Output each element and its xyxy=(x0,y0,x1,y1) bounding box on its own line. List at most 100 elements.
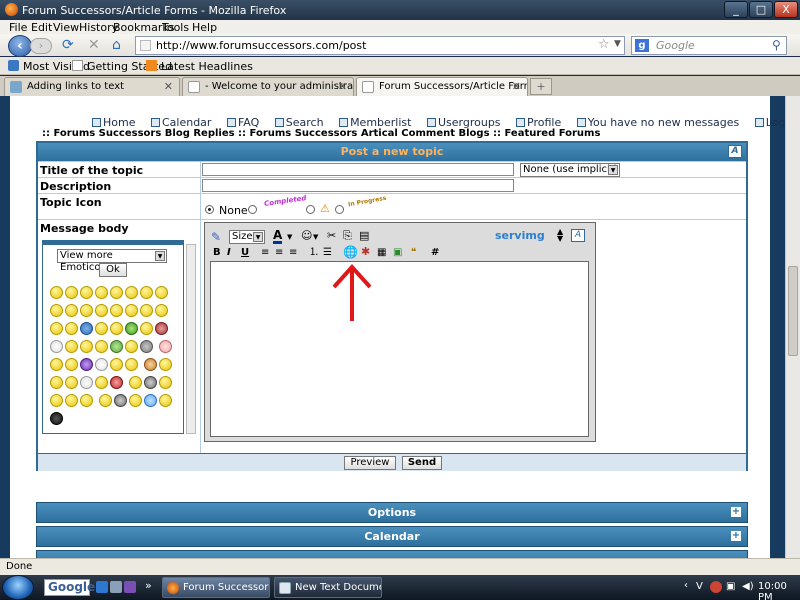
numbered-list-icon[interactable]: ⒈ xyxy=(309,247,319,259)
quicklaunch-icon[interactable] xyxy=(96,581,108,593)
bullet-list-icon[interactable]: ☰ xyxy=(323,247,332,259)
emoticon-icon[interactable] xyxy=(140,286,153,299)
paste-icon[interactable]: ▤ xyxy=(359,230,369,242)
preview-button[interactable]: Preview xyxy=(344,456,396,470)
emoticon-icon[interactable] xyxy=(158,376,172,389)
emoticon-icon[interactable] xyxy=(50,286,63,299)
emoticon-icon[interactable] xyxy=(140,340,153,353)
emoticon-icon[interactable] xyxy=(95,358,108,371)
scroll-thumb[interactable] xyxy=(788,266,798,356)
menu-tools[interactable]: Tools xyxy=(162,21,189,34)
emoticon-icon[interactable] xyxy=(80,304,93,317)
emoticon-icon[interactable] xyxy=(155,322,168,335)
topic-type-select[interactable]: None (use implicit) ▼ xyxy=(520,163,620,177)
tab-admin-welcome[interactable]: - Welcome to your administration p... ✕ xyxy=(182,77,354,96)
emoticon-icon[interactable] xyxy=(155,286,168,299)
emoticon-icon[interactable] xyxy=(110,376,123,389)
emoticon-icon[interactable] xyxy=(140,304,153,317)
taskbar-firefox[interactable]: Forum Successors/... xyxy=(162,577,270,598)
emoticon-icon[interactable] xyxy=(65,376,78,389)
emoticon-ok-button[interactable]: Ok xyxy=(99,263,127,277)
emoticon-icon[interactable] xyxy=(80,358,93,371)
menu-file[interactable]: File xyxy=(9,21,27,34)
new-tab-button[interactable]: + xyxy=(530,78,552,95)
forum-sub-links[interactable]: :: Forums Successors Blog Replies :: For… xyxy=(42,128,600,139)
emoticon-icon[interactable] xyxy=(65,286,78,299)
search-box[interactable]: g Google ⚲ xyxy=(631,36,787,55)
insert-link-icon[interactable]: 🌐 xyxy=(343,246,358,258)
chevron-down-icon[interactable]: ▼ xyxy=(313,231,318,243)
emoticon-icon[interactable] xyxy=(95,340,108,353)
emoticon-icon[interactable] xyxy=(50,340,63,353)
emoticon-icon[interactable] xyxy=(50,376,63,389)
google-engine-icon[interactable]: g xyxy=(635,39,649,52)
emoticon-icon[interactable] xyxy=(65,304,78,317)
emoticon-icon[interactable] xyxy=(95,322,108,335)
emoticon-icon[interactable] xyxy=(143,394,157,407)
expand-icon[interactable]: + xyxy=(731,531,741,541)
menu-help[interactable]: Help xyxy=(192,21,217,34)
font-color-icon[interactable]: A xyxy=(273,229,283,244)
resize-arrows-icon[interactable]: ▲ ▼ xyxy=(557,228,563,243)
smiley-icon[interactable]: ☺ xyxy=(301,230,312,242)
volume-icon[interactable]: ◀) xyxy=(742,581,754,593)
options-panel-header[interactable]: Options + xyxy=(36,502,748,523)
tray-expand-icon[interactable]: ‹ xyxy=(684,580,688,591)
emoticon-icon[interactable] xyxy=(65,322,78,335)
unlink-icon[interactable]: ✱ xyxy=(361,246,370,258)
emoticon-icon[interactable] xyxy=(140,322,153,335)
icon-inprogress-radio[interactable] xyxy=(335,205,344,214)
emoticon-icon[interactable] xyxy=(128,376,142,389)
emoticon-icon[interactable] xyxy=(125,322,138,335)
emoticon-icon[interactable] xyxy=(80,376,93,389)
close-tab-icon[interactable]: ✕ xyxy=(338,78,347,95)
emoticon-icon[interactable] xyxy=(155,304,168,317)
emoticon-icon[interactable] xyxy=(80,394,93,407)
text-size-icon[interactable]: A xyxy=(571,229,585,242)
emoticon-icon[interactable] xyxy=(125,304,138,317)
emoticon-icon[interactable] xyxy=(128,394,142,407)
emoticon-icon[interactable] xyxy=(158,394,172,407)
forward-button[interactable]: › xyxy=(30,38,52,54)
search-icon[interactable]: ⚲ xyxy=(772,38,781,52)
emoticon-icon[interactable] xyxy=(125,358,138,371)
next-panel-header[interactable] xyxy=(36,550,748,558)
reload-icon[interactable]: ⟳ xyxy=(62,37,74,53)
insert-file-icon[interactable]: ▦ xyxy=(377,247,386,259)
text-size-icon[interactable]: A xyxy=(728,145,742,158)
google-desktop-search[interactable]: Google xyxy=(44,579,95,596)
emoticon-scrollbar[interactable] xyxy=(186,244,196,434)
quicklaunch-overflow-icon[interactable]: » xyxy=(145,579,152,592)
copy-icon[interactable]: ⎘ xyxy=(343,230,352,242)
quicklaunch-icon[interactable] xyxy=(110,581,122,593)
servimg-logo[interactable]: servimg xyxy=(495,230,545,242)
description-input[interactable] xyxy=(202,179,514,192)
icon-completed-radio[interactable] xyxy=(248,205,257,214)
emoticon-icon[interactable] xyxy=(125,286,138,299)
icon-none-radio[interactable] xyxy=(205,205,214,214)
tray-app-icon[interactable]: V xyxy=(696,581,708,593)
source-mode-icon[interactable]: ✎ xyxy=(211,231,221,243)
send-button[interactable]: Send xyxy=(402,456,442,470)
close-window-button[interactable]: X xyxy=(774,1,798,18)
emoticon-icon[interactable] xyxy=(80,340,93,353)
calendar-panel-header[interactable]: Calendar + xyxy=(36,526,748,547)
emoticon-icon[interactable] xyxy=(95,286,108,299)
emoticon-icon[interactable] xyxy=(125,340,138,353)
taskbar-notepad[interactable]: New Text Documen... xyxy=(274,577,382,598)
expand-icon[interactable]: + xyxy=(731,507,741,517)
bookmark-star-icon[interactable]: ☆ xyxy=(598,37,610,52)
emoticon-icon[interactable] xyxy=(95,376,108,389)
back-button[interactable]: ‹ xyxy=(8,35,32,57)
home-icon[interactable]: ⌂ xyxy=(112,37,121,53)
emoticon-icon[interactable] xyxy=(143,358,157,371)
topic-title-input[interactable] xyxy=(202,163,514,176)
emoticon-icon[interactable] xyxy=(110,286,123,299)
emoticon-icon[interactable] xyxy=(80,322,93,335)
emoticon-icon[interactable] xyxy=(143,376,157,389)
emoticon-icon[interactable] xyxy=(158,340,172,353)
emoticon-icon[interactable] xyxy=(65,358,78,371)
quote-icon[interactable]: ❝ xyxy=(411,247,416,259)
align-left-icon[interactable]: ≡ xyxy=(261,247,269,259)
emoticon-icon[interactable] xyxy=(110,358,123,371)
